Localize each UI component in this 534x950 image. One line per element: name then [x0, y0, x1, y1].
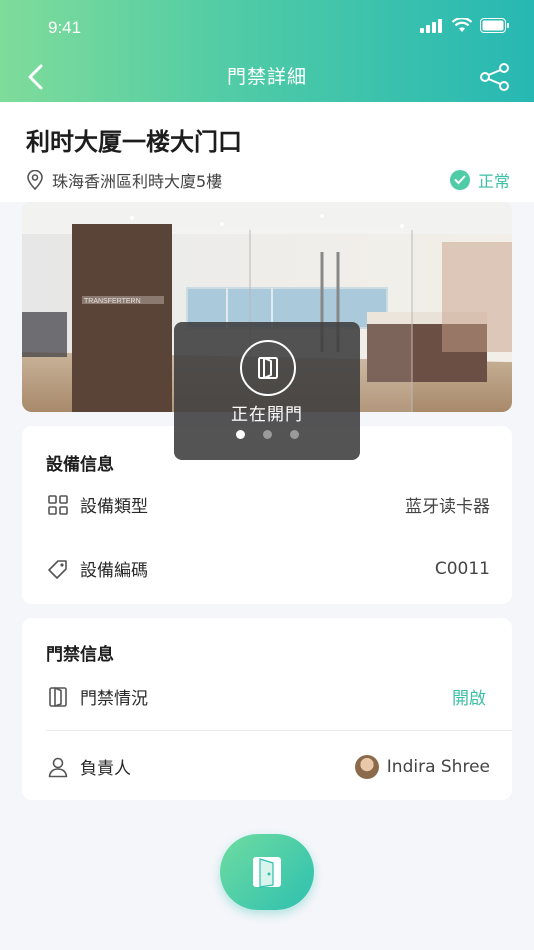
progress-dots: [174, 430, 360, 439]
share-button[interactable]: [478, 60, 512, 94]
device-code-value: C0011: [434, 558, 490, 579]
open-door-button[interactable]: [220, 834, 314, 910]
owner-name: Indira Shree: [386, 756, 490, 777]
page-title: 門禁詳細: [226, 66, 307, 88]
device-info-title: 設備信息: [46, 455, 114, 475]
device-code-label: 設備編碼: [80, 561, 148, 581]
owner-label: 負責人: [80, 759, 131, 779]
location-text: 珠海香洲區利時大廈5樓: [52, 172, 223, 191]
access-status-label: 門禁情況: [80, 689, 148, 709]
wifi-icon: [452, 18, 472, 32]
status-time: 9:41: [48, 18, 82, 37]
device-type-row: 設備類型 蓝牙读卡器: [46, 492, 490, 517]
status-text: 正常: [477, 172, 510, 191]
avatar: [354, 754, 379, 779]
owner-row: 負責人 Indira Shree: [46, 754, 490, 779]
door-title: 利时大厦一楼大门口: [26, 128, 242, 156]
access-info-title: 門禁信息: [46, 645, 114, 665]
door-icon: [46, 685, 70, 709]
tag-icon: [46, 557, 70, 581]
location-row: 珠海香洲區利時大廈5樓: [26, 168, 222, 192]
progress-dot: [235, 430, 245, 439]
device-type-value: 蓝牙读卡器: [405, 497, 490, 517]
office-sign-text: TRANSFERTERN: [84, 298, 141, 305]
owner-value: Indira Shree: [354, 754, 490, 779]
door-open-icon: [240, 340, 296, 396]
signal-icon: [420, 18, 442, 33]
opening-toast: 正在開門: [174, 322, 360, 460]
progress-dot: [289, 430, 299, 439]
device-code-row: 設備編碼 C0011: [46, 556, 490, 581]
door-summary: 利时大厦一楼大门口 珠海香洲區利時大廈5樓 正常: [0, 102, 534, 202]
person-icon: [46, 755, 70, 779]
access-status-row: 門禁情況 開啟: [46, 684, 490, 709]
device-type-label: 設備類型: [80, 497, 148, 517]
battery-icon: [480, 18, 509, 33]
progress-dot: [262, 430, 272, 439]
location-pin-icon: [27, 170, 43, 190]
status-badge: 正常: [449, 168, 510, 192]
check-circle-icon: [449, 170, 470, 190]
access-info-card: 門禁信息 門禁情況 開啟 負責人 Indira Shree: [22, 618, 512, 800]
row-divider: [46, 730, 512, 731]
header: 9:41 門禁詳細: [0, 0, 534, 102]
status-bar: 9:41: [0, 0, 534, 56]
status-icons: [420, 18, 510, 33]
share-icon: [480, 63, 509, 91]
toast-text: 正在開門: [231, 405, 303, 425]
grid-icon: [46, 493, 70, 517]
door-icon: [253, 857, 281, 888]
access-status-value: 開啟: [452, 689, 486, 709]
